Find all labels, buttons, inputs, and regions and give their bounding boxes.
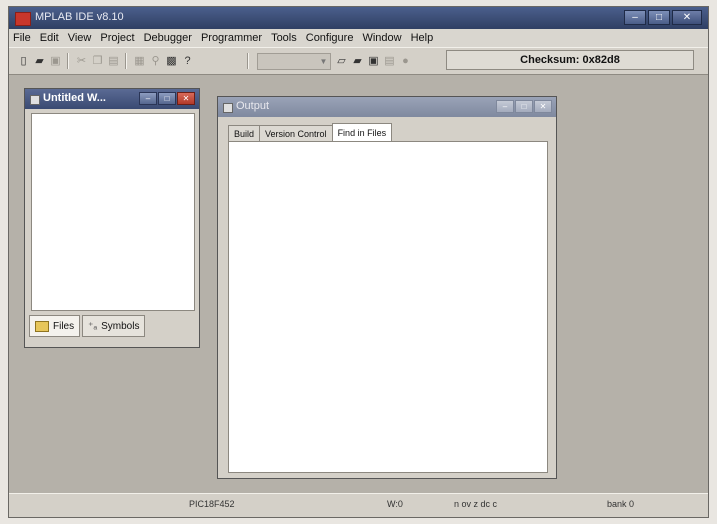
output-close-button[interactable]: ✕ [534,100,552,113]
tab-version-control[interactable]: Version Control [259,125,333,142]
menu-file[interactable]: File [13,32,31,44]
new-file-icon[interactable]: ▯ [17,54,30,67]
save-project-icon[interactable]: ▣ [367,54,380,67]
menu-edit[interactable]: Edit [40,32,59,44]
menu-help[interactable]: Help [411,32,434,44]
add-file-icon[interactable]: ▤ [383,54,396,67]
maximize-icon: □ [164,94,170,103]
close-icon: ✕ [182,94,190,103]
tab-symbols[interactable]: ⁺ₐ Symbols [82,315,146,337]
workspace-close-button[interactable]: ✕ [177,92,195,105]
workspace-minimize-button[interactable]: – [139,92,157,105]
checksum-display: Checksum: 0x82d8 [446,50,694,70]
mplab-app-icon [15,12,31,26]
tab-files[interactable]: Files [29,315,81,337]
new-project-icon[interactable]: ▱ [335,54,348,67]
help-icon[interactable]: ? [181,54,194,67]
toolbar-separator [247,53,249,69]
workspace-title: Untitled W... [43,92,106,104]
folder-icon [35,320,49,332]
workspace-caption-buttons: – □ ✕ [139,92,195,105]
caption-buttons: – □ ✕ [624,10,702,25]
close-icon: ✕ [682,11,692,23]
print-icon[interactable]: ▦ [133,54,146,67]
project-tree-pane[interactable] [31,113,195,311]
title-bar[interactable]: MPLAB IDE v8.10 – □ ✕ [9,7,708,29]
tab-symbols-label: Symbols [101,320,140,332]
maximize-button[interactable]: □ [648,10,670,25]
output-window[interactable]: Output – □ ✕ Build Version Control Find … [217,96,557,479]
cut-icon[interactable]: ✂ [75,54,88,67]
tab-find-in-files[interactable]: Find in Files [331,123,393,142]
find-icon[interactable]: ⚲ [149,54,162,67]
main-window: MPLAB IDE v8.10 – □ ✕ File Edit View Pro… [8,6,709,518]
status-bar: PIC18F452 W:0 n ov z dc c bank 0 [9,493,708,517]
output-minimize-button[interactable]: – [496,100,514,113]
open-project-icon[interactable]: ▰ [351,54,364,67]
symbols-icon: ⁺ₐ [88,320,98,332]
minimize-icon: – [632,11,638,23]
menu-debugger[interactable]: Debugger [144,32,192,44]
copy-icon[interactable]: ❐ [91,54,104,67]
output-text-area[interactable] [228,141,548,473]
workspace-window-icon [30,95,40,105]
find-in-files-icon[interactable]: ▩ [165,54,178,67]
output-title-bar[interactable]: Output – □ ✕ [218,97,556,117]
output-maximize-button[interactable]: □ [515,100,533,113]
chevron-down-icon: ▼ [319,57,328,66]
status-device: PIC18F452 [189,499,235,509]
open-folder-icon[interactable]: ▰ [33,54,46,67]
tab-build[interactable]: Build [228,125,261,142]
save-icon[interactable]: ▣ [49,54,62,67]
menu-bar: File Edit View Project Debugger Programm… [9,29,708,47]
status-w-register: W:0 [387,499,403,509]
mdi-workspace: Untitled W... – □ ✕ Files ⁺ₐ Symbols Out… [9,74,708,493]
workspace-window[interactable]: Untitled W... – □ ✕ Files ⁺ₐ Symbols [24,88,200,348]
toolbar-separator [125,53,127,69]
maximize-icon: □ [521,102,527,111]
output-tabs: Build Version Control Find in Files [228,123,393,142]
close-button[interactable]: ✕ [672,10,702,25]
menu-view[interactable]: View [68,32,92,44]
toolbar: ▯ ▰ ▣ ✂ ❐ ▤ ▦ ⚲ ▩ ? ▼ ▱ ▰ ▣ ▤ ● Checksum… [9,47,708,75]
minimize-icon: – [145,94,151,103]
info-icon[interactable]: ● [399,54,412,67]
workspace-maximize-button[interactable]: □ [158,92,176,105]
status-bank: bank 0 [607,499,635,509]
menu-tools[interactable]: Tools [271,32,297,44]
minimize-icon: – [502,102,508,111]
window-title: MPLAB IDE v8.10 [35,11,124,23]
menu-configure[interactable]: Configure [306,32,354,44]
menu-project[interactable]: Project [100,32,134,44]
workspace-title-bar[interactable]: Untitled W... – □ ✕ [25,89,199,109]
maximize-icon: □ [655,11,663,23]
output-window-icon [223,103,233,113]
status-flags: n ov z dc c [454,499,498,509]
minimize-button[interactable]: – [624,10,646,25]
menu-programmer[interactable]: Programmer [201,32,262,44]
output-title: Output [236,100,270,112]
workspace-tabs: Files ⁺ₐ Symbols [29,315,146,337]
output-caption-buttons: – □ ✕ [496,100,552,113]
paste-icon[interactable]: ▤ [107,54,120,67]
tab-files-label: Files [53,320,75,332]
toolbar-separator [67,53,69,69]
build-config-select[interactable]: ▼ [257,53,331,70]
close-icon: ✕ [539,102,547,111]
menu-window[interactable]: Window [362,32,401,44]
